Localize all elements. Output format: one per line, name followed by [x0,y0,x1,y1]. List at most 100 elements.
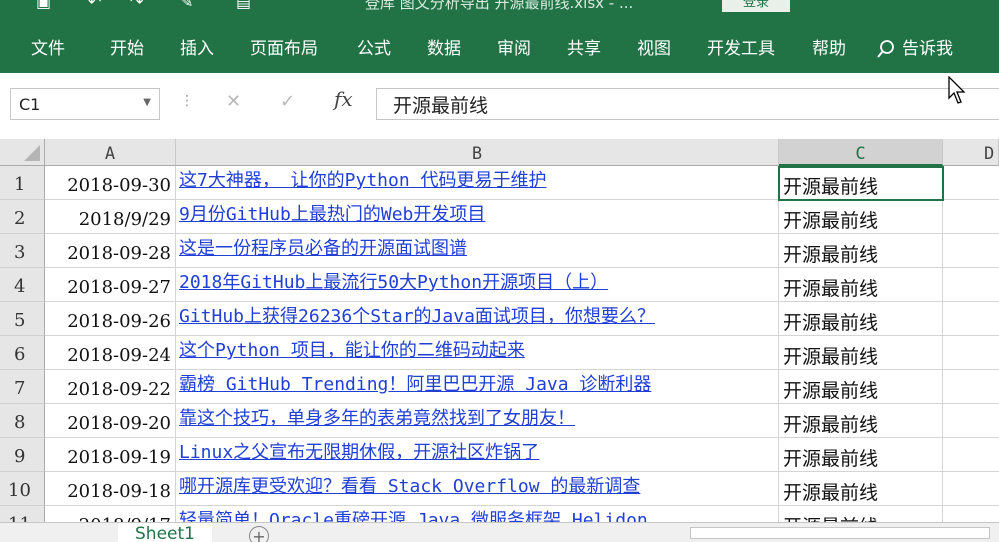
tab-review[interactable]: 审阅 [497,28,531,73]
column-header-d[interactable]: D [943,139,999,166]
title-link[interactable]: Linux之父宣布无限期休假，开源社区炸锅了 [179,442,539,463]
date-cell[interactable]: 2018-09-27 [45,268,176,302]
title-cell[interactable]: 这个Python 项目，能让你的二维码动起来 [176,336,779,370]
title-link[interactable]: 这是一份程序员必备的开源面试图谱 [179,238,467,259]
save-icon[interactable]: ▣ [36,0,51,11]
doc-icon[interactable]: ▤ [236,0,251,11]
source-cell[interactable]: 开源最前线 [779,472,943,506]
empty-cell[interactable] [943,404,999,438]
title-link[interactable]: 9月份GitHub上最热门的Web开发项目 [179,204,485,225]
empty-cell[interactable] [943,234,999,268]
source-cell[interactable]: 开源最前线 [779,506,943,522]
empty-cell[interactable] [943,302,999,336]
horizontal-scrollbar[interactable] [690,527,990,539]
title-link[interactable]: 这7大神器， 让你的Python 代码更易于维护 [179,170,547,191]
title-cell[interactable]: Linux之父宣布无限期休假，开源社区炸锅了 [176,438,779,472]
source-cell[interactable]: 开源最前线 [779,438,943,472]
enter-icon[interactable]: ✓ [280,91,295,112]
tell-me-search[interactable]: 告诉我 [876,28,953,73]
date-cell[interactable]: 2018-09-24 [45,336,176,370]
select-all-button[interactable] [0,139,45,166]
row-header[interactable]: 7 [0,370,45,404]
date-cell[interactable]: 2018/9/29 [45,200,176,234]
tab-page-layout[interactable]: 页面布局 [250,28,318,73]
date-cell[interactable]: 2018-09-28 [45,234,176,268]
source-cell[interactable]: 开源最前线 [779,200,943,234]
source-cell[interactable]: 开源最前线 [779,234,943,268]
row-header[interactable]: 11 [0,506,45,522]
tab-share[interactable]: 共享 [567,28,601,73]
row-header[interactable]: 1 [0,166,45,200]
title-cell[interactable]: GitHub上获得26236个Star的Java面试项目，你想要么？ [176,302,779,336]
row-header[interactable]: 8 [0,404,45,438]
empty-cell[interactable] [943,438,999,472]
title-link[interactable]: 霸榜 GitHub Trending！阿里巴巴开源 Java 诊断利器 [179,374,651,395]
tab-formulas[interactable]: 公式 [357,28,391,73]
row-header[interactable]: 10 [0,472,45,506]
title-cell[interactable]: 9月份GitHub上最热门的Web开发项目 [176,200,779,234]
empty-cell[interactable] [943,200,999,234]
tab-view[interactable]: 视图 [637,28,671,73]
title-cell[interactable]: 靠这个技巧，单身多年的表弟竟然找到了女朋友！ [176,404,779,438]
source-cell[interactable]: 开源最前线 [779,336,943,370]
title-link[interactable]: 2018年GitHub上最流行50大Python开源项目（上） [179,272,608,293]
title-link[interactable]: 哪开源库更受欢迎？看看 Stack Overflow 的最新调查 [179,476,640,497]
row-header[interactable]: 3 [0,234,45,268]
source-cell[interactable]: 开源最前线 [779,404,943,438]
worksheet-grid[interactable]: A B C D 1 2018-09-30 这7大神器， 让你的Python 代码… [0,139,999,522]
empty-cell[interactable] [943,506,999,522]
date-cell[interactable]: 2018-09-26 [45,302,176,336]
date-cell[interactable]: 2018-09-18 [45,472,176,506]
cancel-icon[interactable]: ✕ [226,91,241,112]
title-link[interactable]: 轻量简单！Oracle重磅开源 Java 微服务框架 Helidon [179,510,648,522]
date-cell[interactable]: 2018/9/17 [45,506,176,522]
date-cell[interactable]: 2018-09-19 [45,438,176,472]
title-cell[interactable]: 这7大神器， 让你的Python 代码更易于维护 [176,166,779,200]
tab-help[interactable]: 帮助 [812,28,846,73]
insert-function-button[interactable]: fx [334,87,353,111]
empty-cell[interactable] [943,370,999,404]
tab-data[interactable]: 数据 [427,28,461,73]
row-header[interactable]: 2 [0,200,45,234]
column-header-a[interactable]: A [45,139,176,166]
row-header[interactable]: 6 [0,336,45,370]
title-link[interactable]: 靠这个技巧，单身多年的表弟竟然找到了女朋友！ [179,408,575,429]
name-box[interactable]: C1 ▼ [10,88,160,120]
title-cell[interactable]: 哪开源库更受欢迎？看看 Stack Overflow 的最新调查 [176,472,779,506]
tab-home[interactable]: 开始 [110,28,144,73]
row-header[interactable]: 4 [0,268,45,302]
title-cell[interactable]: 这是一份程序员必备的开源面试图谱 [176,234,779,268]
undo-icon[interactable]: ↶ [88,0,101,11]
column-header-c[interactable]: C [779,139,943,166]
title-link[interactable]: 这个Python 项目，能让你的二维码动起来 [179,340,525,361]
title-cell[interactable]: 轻量简单！Oracle重磅开源 Java 微服务框架 Helidon [176,506,779,522]
source-cell[interactable]: 开源最前线 [779,166,943,200]
chevron-down-icon[interactable]: ▼ [143,97,151,108]
add-sheet-icon[interactable]: + [249,526,269,542]
formula-input[interactable]: 开源最前线 [376,88,999,120]
tab-insert[interactable]: 插入 [180,28,214,73]
row-header[interactable]: 5 [0,302,45,336]
column-header-b[interactable]: B [176,139,779,166]
tab-file[interactable]: 文件 [31,28,65,73]
more-options-icon[interactable]: ⋮ [180,93,194,109]
date-cell[interactable]: 2018-09-22 [45,370,176,404]
source-cell[interactable]: 开源最前线 [779,370,943,404]
login-button[interactable]: 登录 [722,0,790,12]
source-cell[interactable]: 开源最前线 [779,302,943,336]
date-cell[interactable]: 2018-09-20 [45,404,176,438]
sheet-tab-sheet1[interactable]: Sheet1 [118,523,212,542]
empty-cell[interactable] [943,336,999,370]
empty-cell[interactable] [943,166,999,200]
empty-cell[interactable] [943,268,999,302]
empty-cell[interactable] [943,472,999,506]
source-cell[interactable]: 开源最前线 [779,268,943,302]
row-header[interactable]: 9 [0,438,45,472]
date-cell[interactable]: 2018-09-30 [45,166,176,200]
tab-developer[interactable]: 开发工具 [707,28,775,73]
brush-icon[interactable]: ✎ [180,0,193,11]
redo-icon[interactable]: ↷ [130,0,143,11]
title-cell[interactable]: 2018年GitHub上最流行50大Python开源项目（上） [176,268,779,302]
title-cell[interactable]: 霸榜 GitHub Trending！阿里巴巴开源 Java 诊断利器 [176,370,779,404]
title-link[interactable]: GitHub上获得26236个Star的Java面试项目，你想要么？ [179,306,655,327]
